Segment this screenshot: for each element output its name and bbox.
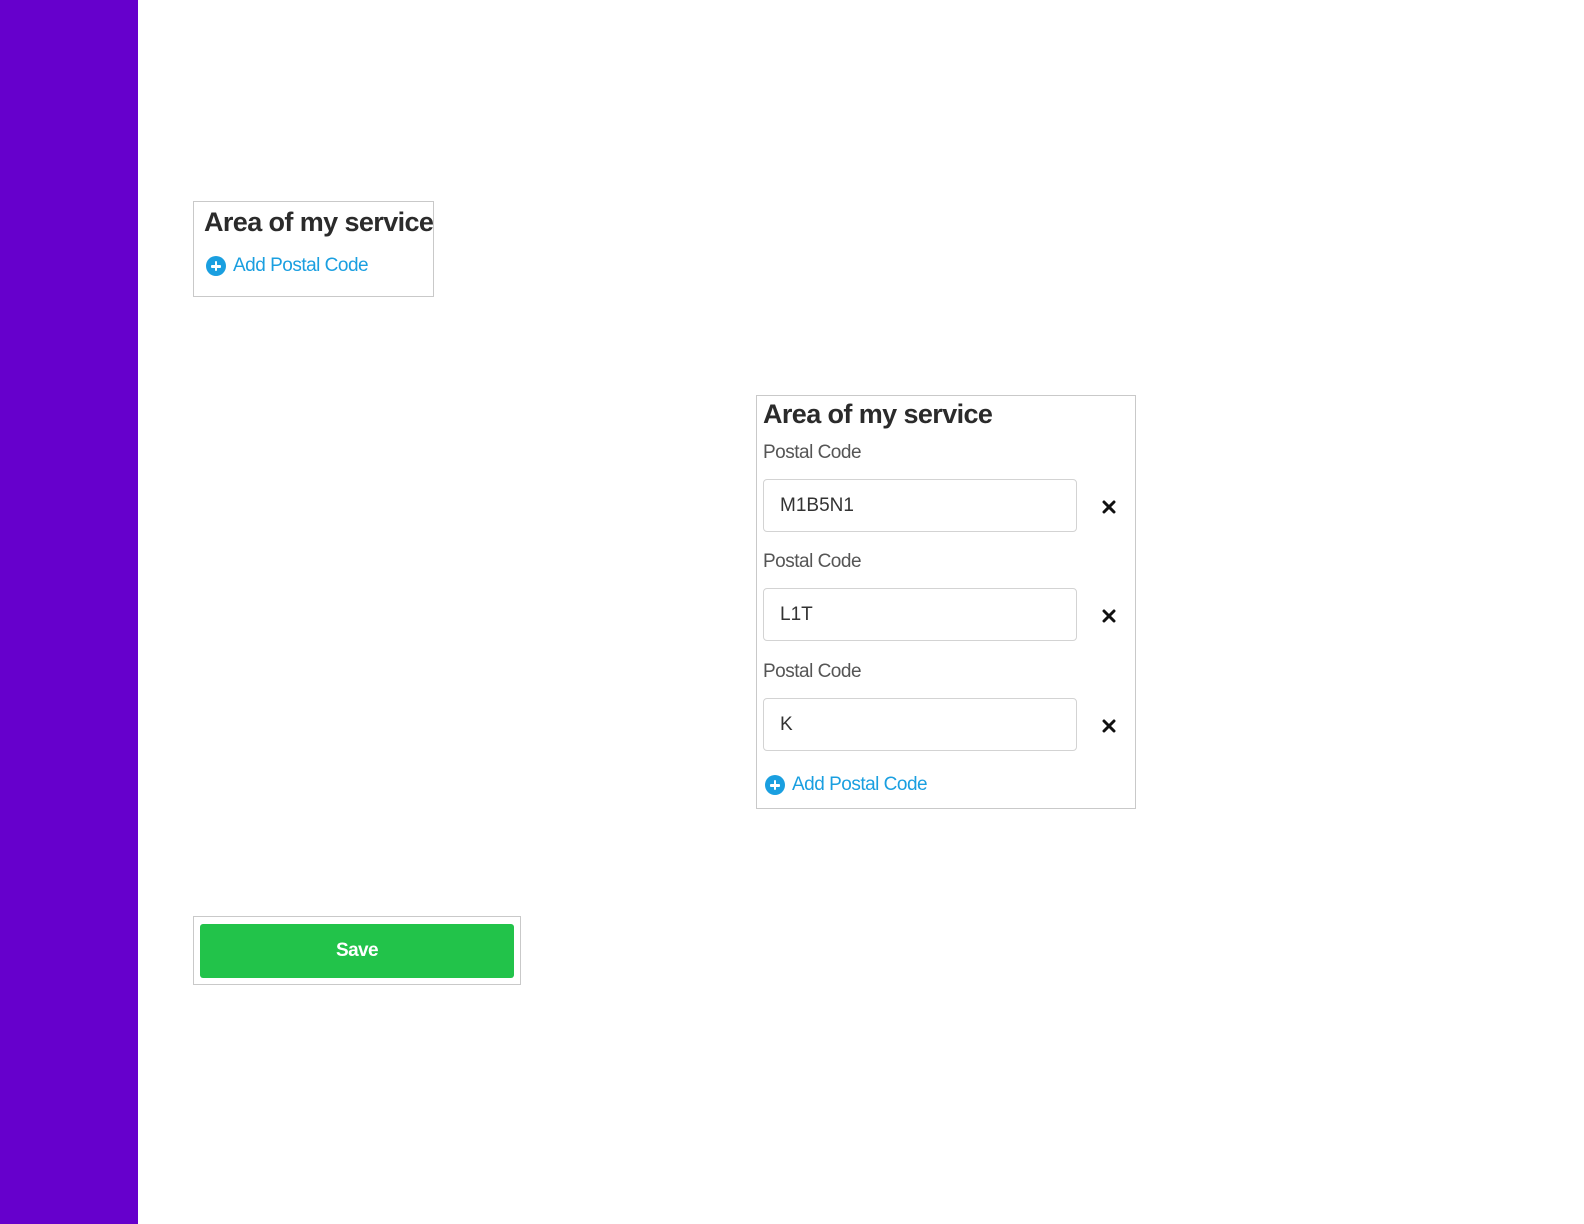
add-postal-code-link[interactable]: Add Postal Code xyxy=(765,774,928,796)
postal-code-group: Postal Code xyxy=(763,442,1125,546)
postal-code-label: Postal Code xyxy=(763,661,862,682)
sidebar-strip xyxy=(0,0,138,1224)
plus-circle-icon xyxy=(765,775,785,795)
service-area-card-collapsed: Area of my service Add Postal Code xyxy=(193,201,434,297)
close-icon xyxy=(1102,500,1116,514)
remove-postal-code-button[interactable] xyxy=(1095,493,1123,521)
page: Area of my service Add Postal Code Area … xyxy=(0,0,1584,1224)
close-icon xyxy=(1102,609,1116,623)
postal-code-label: Postal Code xyxy=(763,551,862,572)
save-button[interactable]: Save xyxy=(200,924,514,978)
postal-code-group: Postal Code xyxy=(763,661,1125,765)
save-button-container: Save xyxy=(193,916,521,985)
close-icon xyxy=(1102,719,1116,733)
postal-code-input[interactable] xyxy=(763,588,1077,641)
postal-code-label: Postal Code xyxy=(763,442,862,463)
remove-postal-code-button[interactable] xyxy=(1095,712,1123,740)
postal-code-group: Postal Code xyxy=(763,551,1125,655)
card-title: Area of my service xyxy=(204,207,434,237)
plus-circle-icon xyxy=(206,256,226,276)
card-title: Area of my service xyxy=(763,399,993,429)
add-postal-code-link[interactable]: Add Postal Code xyxy=(206,255,369,277)
remove-postal-code-button[interactable] xyxy=(1095,602,1123,630)
add-postal-code-label: Add Postal Code xyxy=(233,255,369,276)
postal-code-input[interactable] xyxy=(763,479,1077,532)
postal-code-input[interactable] xyxy=(763,698,1077,751)
add-postal-code-label: Add Postal Code xyxy=(792,774,928,795)
service-area-card-expanded: Area of my service Postal Code Postal Co… xyxy=(756,395,1136,809)
